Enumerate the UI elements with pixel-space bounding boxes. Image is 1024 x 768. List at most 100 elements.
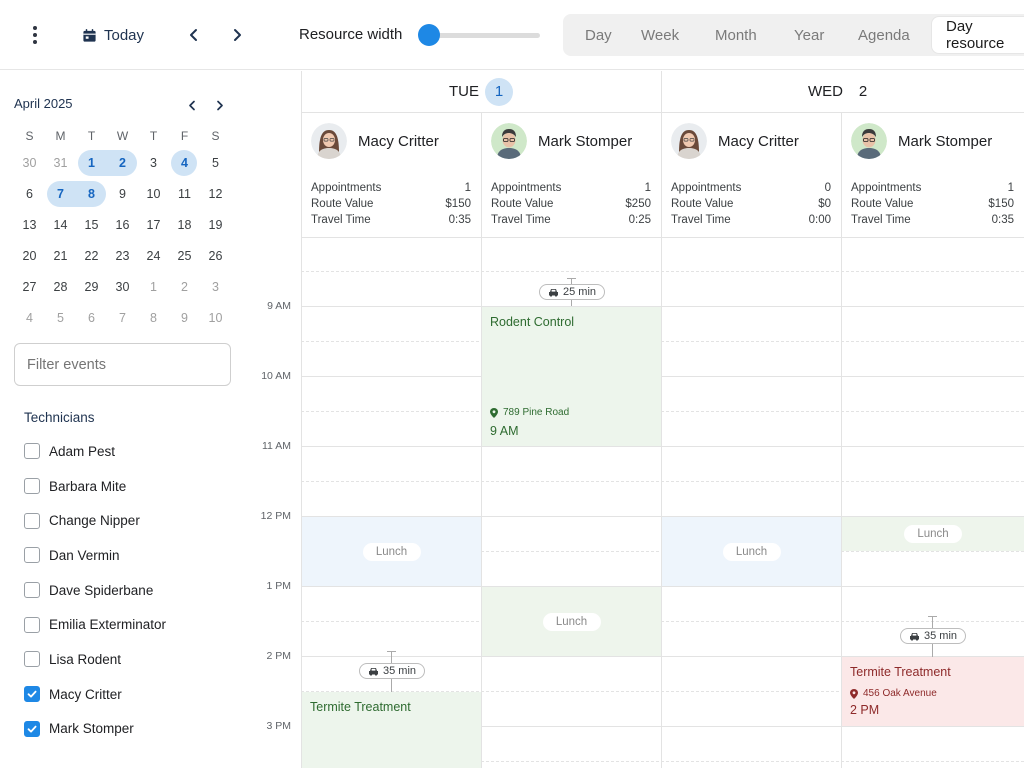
mini-day[interactable]: 1	[76, 147, 107, 178]
slider-thumb[interactable]	[418, 24, 440, 46]
chevron-left-icon	[190, 29, 197, 41]
prev-period-button[interactable]	[181, 22, 207, 48]
mini-day[interactable]: 18	[169, 209, 200, 240]
time-label: 11 AM	[262, 440, 291, 452]
resource-header[interactable]: Mark Stomper Appointments 1 Route Value $1…	[841, 113, 1024, 238]
mini-day[interactable]: 8	[76, 178, 107, 209]
technician-item[interactable]: Dan Vermin	[24, 538, 234, 573]
mini-day[interactable]: 21	[45, 240, 76, 271]
mini-day[interactable]: 1	[138, 271, 169, 302]
technician-name: Macy Critter	[49, 686, 122, 702]
mini-day[interactable]: 26	[200, 240, 231, 271]
mini-day[interactable]: 10	[200, 302, 231, 333]
technician-checkbox[interactable]	[24, 443, 40, 460]
stat-value: $0	[818, 198, 831, 210]
mini-day[interactable]: 19	[200, 209, 231, 240]
mini-day[interactable]: 9	[107, 178, 138, 209]
lunch-block[interactable]: Lunch	[302, 517, 481, 586]
mini-day[interactable]: 6	[76, 302, 107, 333]
mini-calendar-prev-button[interactable]	[183, 96, 201, 114]
more-options-icon[interactable]	[24, 22, 46, 48]
mini-day[interactable]: 7	[107, 302, 138, 333]
mini-day[interactable]: 24	[138, 240, 169, 271]
mini-day[interactable]: 31	[45, 147, 76, 178]
technician-checkbox[interactable]	[24, 547, 40, 564]
mini-day[interactable]: 28	[45, 271, 76, 302]
resource-header[interactable]: Macy Critter Appointments 0 Route Value $0…	[661, 113, 841, 238]
mini-day[interactable]: 15	[76, 209, 107, 240]
mini-day[interactable]: 29	[76, 271, 107, 302]
technician-item[interactable]: Macy Critter	[24, 677, 234, 712]
day-header-tue[interactable]: TUE 1	[301, 71, 661, 113]
mini-day[interactable]: 27	[14, 271, 45, 302]
mini-day[interactable]: 8	[138, 302, 169, 333]
mini-day[interactable]: 5	[45, 302, 76, 333]
mini-day[interactable]: 20	[14, 240, 45, 271]
mini-day[interactable]: 10	[138, 178, 169, 209]
resource-width-slider[interactable]	[418, 24, 540, 46]
technician-checkbox[interactable]	[24, 616, 40, 633]
weekday-label: T	[149, 129, 158, 143]
mini-day[interactable]: 12	[200, 178, 231, 209]
mini-day[interactable]: 5	[200, 147, 231, 178]
day-header-wed[interactable]: WED 2	[661, 71, 1024, 113]
mini-day[interactable]: 7	[45, 178, 76, 209]
technician-checkbox[interactable]	[24, 686, 40, 703]
mini-day[interactable]: 11	[169, 178, 200, 209]
technician-checkbox[interactable]	[24, 512, 40, 529]
technician-checkbox[interactable]	[24, 720, 40, 737]
event-termite-treatment[interactable]: Termite Treatment	[302, 692, 481, 768]
event-rodent-control[interactable]: Rodent Control 789 Pine Road 9 AM	[482, 307, 661, 446]
view-tab-day-resource[interactable]: Day resource	[932, 17, 1024, 53]
view-tab-agenda[interactable]: Agenda	[854, 14, 914, 56]
technician-item[interactable]: Mark Stomper	[24, 712, 234, 747]
mini-calendar-next-button[interactable]	[210, 96, 228, 114]
mini-day[interactable]: 17	[138, 209, 169, 240]
car-icon	[548, 288, 558, 297]
map-pin-icon	[490, 407, 498, 418]
stat-value: $150	[988, 198, 1014, 210]
next-period-button[interactable]	[224, 22, 250, 48]
lunch-block[interactable]: Lunch	[842, 517, 1024, 551]
day-header-number: 1	[485, 77, 513, 106]
mini-day[interactable]: 23	[107, 240, 138, 271]
mini-day[interactable]: 4	[169, 147, 200, 178]
technician-checkbox[interactable]	[24, 478, 40, 495]
stat-label: Travel Time	[851, 214, 911, 226]
mini-day[interactable]: 16	[107, 209, 138, 240]
view-tab-week[interactable]: Week	[637, 14, 683, 56]
technician-checkbox[interactable]	[24, 651, 40, 668]
resource-header[interactable]: Mark Stomper Appointments 1 Route Value $2…	[481, 113, 661, 238]
event-termite-treatment[interactable]: Termite Treatment 456 Oak Avenue 2 PM	[842, 657, 1024, 726]
mini-day[interactable]: 3	[138, 147, 169, 178]
technician-item[interactable]: Lisa Rodent	[24, 642, 234, 677]
lunch-block[interactable]: Lunch	[482, 587, 661, 656]
today-button[interactable]: Today	[82, 20, 144, 50]
filter-events-input[interactable]	[14, 343, 231, 386]
mini-day[interactable]: 2	[169, 271, 200, 302]
event-address-text: 456 Oak Avenue	[863, 688, 937, 699]
mini-day[interactable]: 25	[169, 240, 200, 271]
technician-checkbox[interactable]	[24, 582, 40, 599]
mini-day[interactable]: 9	[169, 302, 200, 333]
technician-item[interactable]: Dave Spiderbane	[24, 573, 234, 608]
view-tab-year[interactable]: Year	[790, 14, 828, 56]
mini-day[interactable]: 3	[200, 271, 231, 302]
view-switcher: Day Week Month Year Agenda Day resource	[563, 14, 1024, 56]
mini-day[interactable]: 6	[14, 178, 45, 209]
mini-day[interactable]: 22	[76, 240, 107, 271]
technician-item[interactable]: Change Nipper	[24, 503, 234, 538]
mini-day[interactable]: 30	[107, 271, 138, 302]
view-tab-day[interactable]: Day	[581, 14, 616, 56]
mini-day[interactable]: 13	[14, 209, 45, 240]
mini-day[interactable]: 4	[14, 302, 45, 333]
mini-day[interactable]: 30	[14, 147, 45, 178]
view-tab-month[interactable]: Month	[711, 14, 761, 56]
technician-item[interactable]: Adam Pest	[24, 434, 234, 469]
technician-item[interactable]: Emilia Exterminator	[24, 607, 234, 642]
lunch-block[interactable]: Lunch	[662, 517, 841, 586]
mini-day[interactable]: 2	[107, 147, 138, 178]
technician-item[interactable]: Barbara Mite	[24, 469, 234, 504]
resource-header[interactable]: Macy Critter Appointments 1 Route Value $1…	[301, 113, 481, 238]
mini-day[interactable]: 14	[45, 209, 76, 240]
